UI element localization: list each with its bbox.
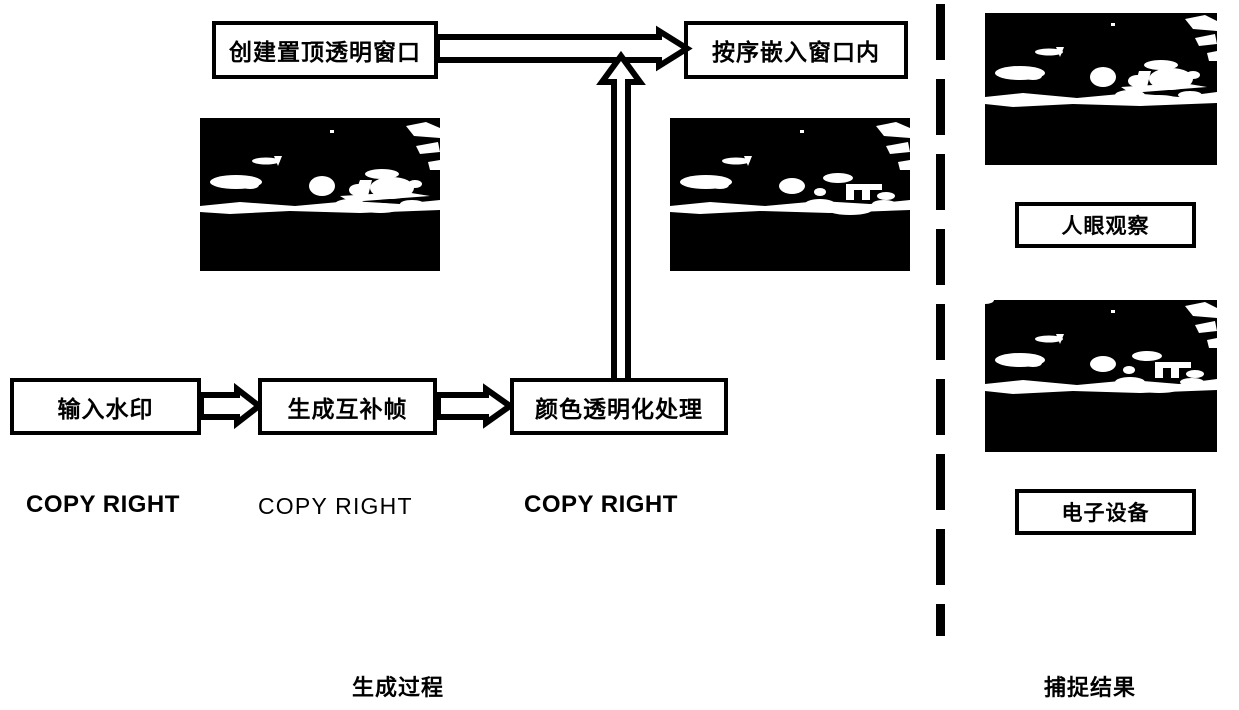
flow-box-label: 输入水印 (57, 395, 154, 422)
flow-box-label: 生成互补帧 (287, 395, 408, 422)
flow-box-human-eye-observation: 人眼观察 (1015, 202, 1196, 248)
dashed-vertical-divider-icon (936, 4, 945, 636)
watermark-text-copy-right-2: COPY RIGHT (258, 493, 413, 519)
block-arrow-right-icon-genframe-to-colortrans (435, 383, 516, 429)
thumbnail-capture-result-human-eye (985, 13, 1217, 165)
flow-box-label: 电子设备 (1061, 502, 1150, 525)
flow-box-label: 创建置顶透明窗口 (229, 39, 421, 65)
flow-box-electronic-device: 电子设备 (1015, 489, 1196, 535)
block-arrow-up-icon-color-trans-to-embed (595, 50, 647, 382)
flow-box-label: 颜色透明化处理 (535, 395, 703, 422)
flow-box-label: 按序嵌入窗口内 (712, 39, 880, 65)
thumbnail-complementary-frame-preview-a (200, 118, 440, 271)
flow-box-color-transparency-process: 颜色透明化处理 (510, 378, 728, 435)
caption-capture-result: 捕捉结果 (1044, 675, 1137, 700)
flow-box-label: 人眼观察 (1061, 215, 1150, 238)
watermark-text-copy-right-1: COPY RIGHT (26, 491, 180, 518)
flow-box-generate-complementary-frame: 生成互补帧 (258, 378, 437, 435)
thumbnail-capture-result-device (985, 300, 1217, 452)
flow-box-create-top-transparent-window: 创建置顶透明窗口 (212, 21, 438, 79)
flow-box-input-watermark: 输入水印 (10, 378, 201, 435)
flow-box-embed-into-window-in-order: 按序嵌入窗口内 (684, 21, 908, 79)
thumbnail-complementary-frame-preview-b (670, 118, 910, 271)
diagram-canvas: 创建置顶透明窗口 按序嵌入窗口内 输入水印 生成互补帧 颜色透明化处理 COPY… (0, 0, 1239, 710)
caption-generation-process: 生成过程 (352, 675, 445, 700)
block-arrow-right-icon-create-to-embed (434, 25, 693, 72)
watermark-text-copy-right-3: COPY RIGHT (524, 491, 678, 518)
block-arrow-right-icon-input-to-genframe (198, 382, 264, 430)
